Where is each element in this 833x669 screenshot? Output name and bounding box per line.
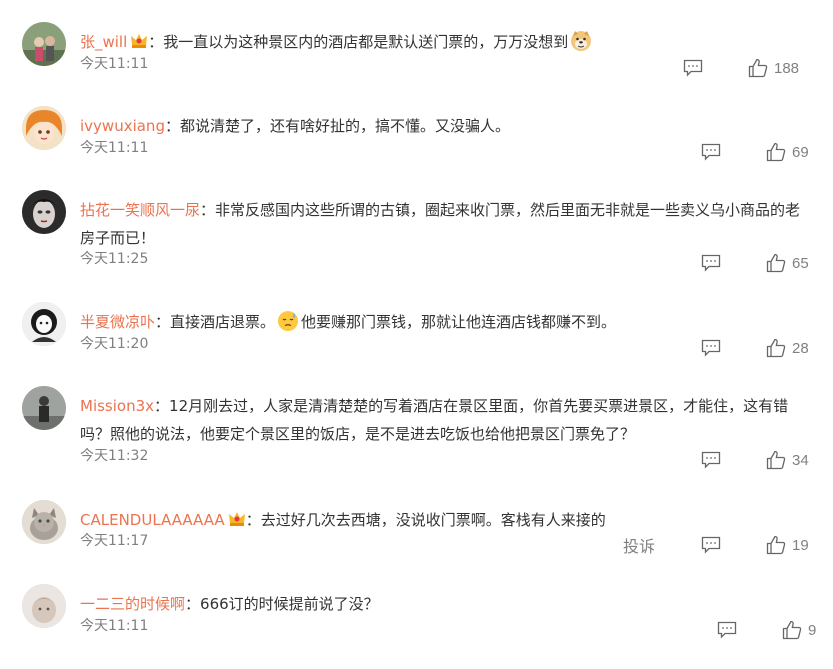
comment-icon	[717, 621, 737, 639]
comment-content-continued: 他要赚那门票钱，那就让他连酒店钱都赚不到。	[301, 313, 617, 331]
comment-icon	[701, 536, 721, 554]
username-link[interactable]: 张_will	[80, 33, 127, 51]
avatar[interactable]	[22, 106, 66, 150]
comment-icon	[683, 59, 703, 77]
comment-actions: 34	[691, 448, 833, 472]
avatar[interactable]	[22, 386, 66, 430]
comment-icon	[701, 451, 721, 469]
separator: ：	[164, 117, 180, 135]
avatar[interactable]	[22, 302, 66, 346]
comment-actions: 9	[707, 618, 833, 642]
comment-content: 666订的时候提前说了没？	[200, 595, 379, 613]
doge-emoji-icon	[570, 30, 592, 52]
username-link[interactable]: CALENDULAAAAAA	[80, 511, 225, 529]
timestamp: 今天11:17	[80, 533, 149, 549]
like-count: 28	[792, 339, 809, 357]
reply-button[interactable]	[717, 618, 737, 642]
like-count: 9	[808, 621, 817, 639]
like-button[interactable]: 34	[766, 448, 809, 472]
avatar[interactable]	[22, 584, 66, 628]
reply-button[interactable]	[701, 251, 721, 275]
reply-button[interactable]	[701, 140, 721, 164]
reply-button[interactable]	[701, 448, 721, 472]
thumbs-up-icon	[782, 620, 802, 640]
thumbs-up-icon	[766, 253, 786, 273]
avatar[interactable]	[22, 500, 66, 544]
separator: ：	[200, 201, 216, 219]
timestamp: 今天11:11	[80, 56, 149, 72]
separator: ：	[185, 595, 201, 613]
timestamp: 今天11:25	[80, 251, 149, 267]
username-link[interactable]: Mission3x	[80, 397, 154, 415]
comment-actions: 65	[691, 251, 833, 275]
comment-content: 直接酒店退票。	[170, 313, 276, 331]
timestamp: 今天11:11	[80, 618, 149, 634]
avatar[interactable]	[22, 22, 66, 66]
like-count: 34	[792, 451, 809, 469]
reply-button[interactable]	[701, 533, 721, 557]
like-count: 19	[792, 536, 809, 554]
like-button[interactable]: 65	[766, 251, 809, 275]
thumbs-up-icon	[766, 450, 786, 470]
comment-icon	[701, 339, 721, 357]
username-link[interactable]: 一二三的时候啊	[80, 595, 185, 613]
like-button[interactable]: 69	[766, 140, 809, 164]
separator: ：	[148, 33, 164, 51]
thumbs-up-icon	[766, 338, 786, 358]
like-count: 69	[792, 143, 809, 161]
vip-badge-icon	[228, 508, 246, 526]
reply-button[interactable]	[683, 56, 703, 80]
username-link[interactable]: ivywuxiang	[80, 117, 165, 135]
comment-text: 拈花一笑顺风一尿：非常反感国内这些所谓的古镇，圈起来收门票，然后里面无非就是一些…	[80, 196, 815, 252]
comment-icon	[701, 143, 721, 161]
reply-button[interactable]	[701, 336, 721, 360]
comment-content: 都说清楚了，还有啥好扯的，搞不懂。又没骗人。	[179, 117, 510, 135]
like-button[interactable]: 9	[782, 618, 816, 642]
comment-text: Mission3x：12月刚去过，人家是清清楚楚的写着酒店在景区里面，你首先要买…	[80, 392, 815, 448]
comment-text: 张_will ：我一直以为这种景区内的酒店都是默认送门票的，万万没想到	[80, 28, 815, 56]
report-button[interactable]: 投诉	[623, 533, 655, 557]
comment-actions: 188	[673, 56, 833, 80]
comment-text: ivywuxiang：都说清楚了，还有啥好扯的，搞不懂。又没骗人。	[80, 112, 815, 140]
username-link[interactable]: 拈花一笑顺风一尿	[80, 201, 200, 219]
like-count: 65	[792, 254, 809, 272]
like-count: 188	[774, 59, 800, 77]
thumbs-up-icon	[748, 58, 768, 78]
avatar[interactable]	[22, 190, 66, 234]
comment-actions: 28	[691, 336, 833, 360]
comment-text: 半夏微凉卟：直接酒店退票。 他要赚那门票钱，那就让他连酒店钱都赚不到。	[80, 308, 815, 336]
comment-icon	[701, 254, 721, 272]
comment-text: 一二三的时候啊：666订的时候提前说了没？	[80, 590, 815, 618]
like-button[interactable]: 188	[748, 56, 799, 80]
username-link[interactable]: 半夏微凉卟	[80, 313, 155, 331]
like-button[interactable]: 19	[766, 533, 809, 557]
comment-content: 去过好几次去西塘，没说收门票啊。客栈有人来接的	[260, 511, 606, 529]
comment-actions: 投诉 19	[623, 533, 833, 557]
comment-content: 12月刚去过，人家是清清楚楚的写着酒店在景区里面，你首先要买票进景区，才能住，这…	[80, 397, 789, 443]
thumbs-up-icon	[766, 535, 786, 555]
timestamp: 今天11:11	[80, 140, 149, 156]
like-button[interactable]: 28	[766, 336, 809, 360]
comment-text: CALENDULAAAAAA ：去过好几次去西塘，没说收门票啊。客栈有人来接的	[80, 506, 815, 534]
comment-content: 我一直以为这种景区内的酒店都是默认送门票的，万万没想到	[163, 33, 569, 51]
separator: ：	[154, 397, 170, 415]
timestamp: 今天11:20	[80, 336, 149, 352]
thumbs-up-icon	[766, 142, 786, 162]
timestamp: 今天11:32	[80, 448, 149, 464]
separator: ：	[155, 313, 171, 331]
comment-actions: 69	[691, 140, 833, 164]
separator: ：	[245, 511, 261, 529]
vip-badge-icon	[130, 30, 148, 48]
sweat-emoji-icon	[277, 310, 299, 332]
